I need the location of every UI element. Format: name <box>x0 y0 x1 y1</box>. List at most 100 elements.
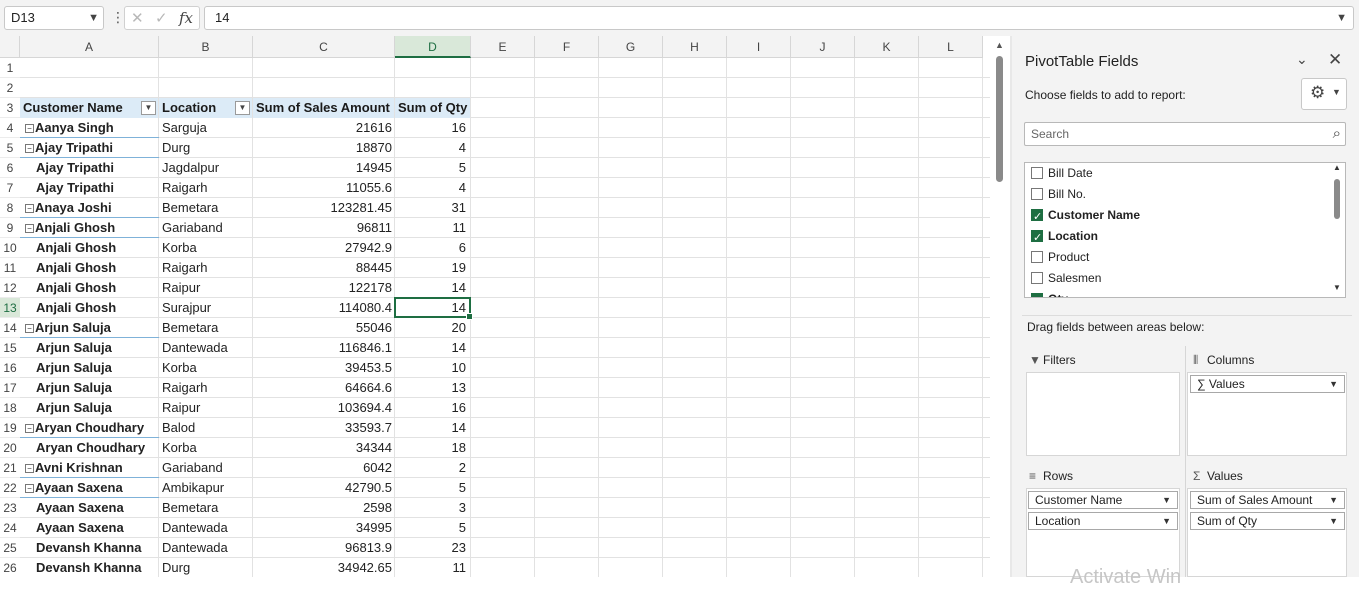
collapse-icon[interactable]: − <box>25 484 34 493</box>
sales-amount-cell[interactable]: 21616 <box>253 118 392 138</box>
column-header-e[interactable]: E <box>471 36 535 58</box>
expand-formula-icon[interactable]: ▼ <box>1336 7 1347 29</box>
row-header[interactable]: 4 <box>0 118 20 138</box>
chevron-down-icon[interactable]: ▼ <box>1162 492 1171 508</box>
sales-amount-cell[interactable]: 88445 <box>253 258 392 278</box>
field-checkbox[interactable] <box>1031 228 1043 248</box>
filter-dropdown-icon[interactable]: ▼ <box>235 101 250 115</box>
qty-cell[interactable]: 5 <box>395 518 466 538</box>
location-cell[interactable]: Balod <box>162 418 252 438</box>
filters-area[interactable] <box>1026 372 1180 456</box>
collapse-icon[interactable]: − <box>25 144 34 153</box>
location-cell[interactable]: Korba <box>162 238 252 258</box>
field-checkbox[interactable] <box>1031 272 1043 284</box>
qty-cell[interactable]: 18 <box>395 438 466 458</box>
row-header[interactable]: 1 <box>0 58 20 78</box>
insert-function-icon[interactable]: fx <box>179 9 193 27</box>
sales-amount-cell[interactable]: 18870 <box>253 138 392 158</box>
field-search-box[interactable]: ⌕ <box>1024 122 1346 146</box>
location-cell[interactable]: Raipur <box>162 398 252 418</box>
column-header-f[interactable]: F <box>535 36 599 58</box>
chevron-down-icon[interactable]: ▼ <box>1329 513 1338 529</box>
customer-name-cell[interactable]: Ayaan Saxena <box>20 498 158 518</box>
qty-cell[interactable]: 14 <box>395 338 466 358</box>
column-header-b[interactable]: B <box>159 36 253 58</box>
field-list[interactable]: ▲ ▼ Bill Date Bill No. Customer Name Locati… <box>1024 162 1346 298</box>
qty-cell[interactable]: 23 <box>395 538 466 558</box>
row-header[interactable]: 24 <box>0 518 20 538</box>
row-header[interactable]: 3 <box>0 98 20 118</box>
customer-name-cell[interactable]: Anjali Ghosh <box>20 278 158 298</box>
customer-name-cell[interactable]: Arjun Saluja <box>20 338 158 358</box>
row-header[interactable]: 23 <box>0 498 20 518</box>
row-header[interactable]: 6 <box>0 158 20 178</box>
qty-cell[interactable]: 20 <box>395 318 466 338</box>
sales-amount-cell[interactable]: 122178 <box>253 278 392 298</box>
row-header[interactable]: 13 <box>0 298 20 318</box>
column-header-g[interactable]: G <box>599 36 663 58</box>
vertical-scrollbar[interactable]: ▲ <box>990 36 1010 577</box>
scrollbar-thumb[interactable] <box>1334 179 1340 219</box>
customer-name-cell[interactable]: Anjali Ghosh <box>20 238 158 258</box>
qty-cell[interactable]: 6 <box>395 238 466 258</box>
qty-cell[interactable]: 14 <box>395 278 466 298</box>
qty-cell[interactable]: 11 <box>395 218 467 238</box>
qty-cell[interactable]: 4 <box>395 178 466 198</box>
customer-name-cell[interactable]: Ajay Tripathi <box>20 178 158 198</box>
customer-name-cell[interactable]: − Aryan Choudhary <box>20 418 158 438</box>
column-header-i[interactable]: I <box>727 36 791 58</box>
qty-cell[interactable]: 2 <box>395 458 466 478</box>
sales-amount-cell[interactable]: 114080.4 <box>253 298 392 318</box>
qty-cell[interactable]: 19 <box>395 258 466 278</box>
qty-cell[interactable]: 5 <box>395 478 466 498</box>
customer-name-cell[interactable]: − Ajay Tripathi <box>20 138 158 158</box>
sales-amount-cell[interactable]: 123281.45 <box>253 198 392 218</box>
search-input[interactable] <box>1031 126 1311 142</box>
sales-amount-cell[interactable]: 96813.9 <box>253 538 392 558</box>
row-header[interactable]: 11 <box>0 258 20 278</box>
row-header[interactable]: 16 <box>0 358 20 378</box>
collapse-icon[interactable]: − <box>25 204 34 213</box>
location-cell[interactable]: Korba <box>162 438 252 458</box>
collapse-icon[interactable]: − <box>25 464 34 473</box>
pivot-header-sum-qty[interactable]: Sum of Qty <box>395 98 470 118</box>
customer-name-cell[interactable]: Devansh Khanna <box>20 558 158 577</box>
field-checkbox[interactable] <box>1031 167 1043 179</box>
scrollbar-thumb[interactable] <box>996 56 1003 182</box>
enter-icon[interactable]: ✓ <box>155 9 168 27</box>
sales-amount-cell[interactable]: 34942.65 <box>253 558 392 577</box>
customer-name-cell[interactable]: Aryan Choudhary <box>20 438 158 458</box>
sales-amount-cell[interactable]: 34995 <box>253 518 392 538</box>
qty-cell[interactable]: 3 <box>395 498 466 518</box>
customer-name-cell[interactable]: Ajay Tripathi <box>20 158 158 178</box>
sales-amount-cell[interactable]: 34344 <box>253 438 392 458</box>
location-cell[interactable]: Korba <box>162 358 252 378</box>
cancel-icon[interactable]: ✕ <box>131 9 144 27</box>
chevron-down-icon[interactable]: ▼ <box>1329 492 1338 508</box>
chevron-down-icon[interactable]: ▼ <box>1162 513 1171 529</box>
field-checkbox[interactable] <box>1031 291 1043 297</box>
chevron-down-icon[interactable]: ▼ <box>88 7 99 29</box>
rows-customer-name-pill[interactable]: Customer Name ▼ <box>1028 491 1178 509</box>
sales-amount-cell[interactable]: 42790.5 <box>253 478 392 498</box>
search-icon[interactable]: ⌕ <box>1333 125 1341 142</box>
pivot-header-sum-sales[interactable]: Sum of Sales Amount <box>253 98 394 118</box>
customer-name-cell[interactable]: Arjun Saluja <box>20 398 158 418</box>
location-cell[interactable]: Raigarh <box>162 178 252 198</box>
row-header[interactable]: 10 <box>0 238 20 258</box>
qty-cell[interactable]: 11 <box>395 558 467 577</box>
sales-amount-cell[interactable]: 116846.1 <box>253 338 392 358</box>
sales-amount-cell[interactable]: 6042 <box>253 458 392 478</box>
location-cell[interactable]: Bemetara <box>162 198 252 218</box>
select-all-corner[interactable] <box>0 36 20 58</box>
values-sum-qty-pill[interactable]: Sum of Qty ▼ <box>1190 512 1345 530</box>
customer-name-cell[interactable]: − Aanya Singh <box>20 118 158 138</box>
sales-amount-cell[interactable]: 2598 <box>253 498 392 518</box>
column-header-a[interactable]: A <box>20 36 159 58</box>
qty-cell[interactable]: 13 <box>395 378 466 398</box>
location-cell[interactable]: Ambikapur <box>162 478 252 498</box>
column-header-d[interactable]: D <box>395 36 471 58</box>
customer-name-cell[interactable]: Arjun Saluja <box>20 378 158 398</box>
sales-amount-cell[interactable]: 11055.6 <box>253 178 392 198</box>
row-header[interactable]: 8 <box>0 198 20 218</box>
